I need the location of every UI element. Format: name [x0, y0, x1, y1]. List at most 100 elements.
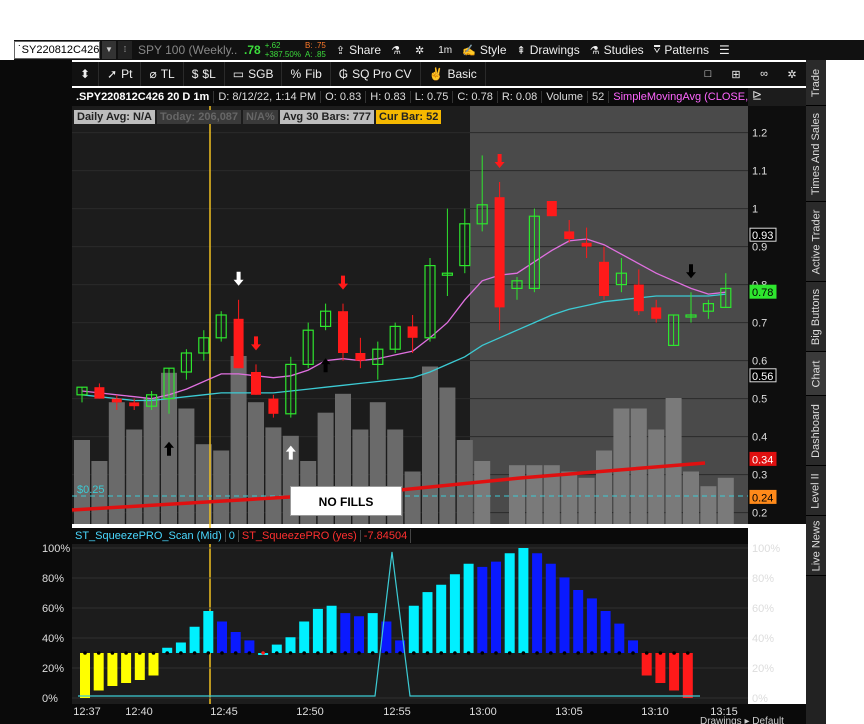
study-y-tick-right: 0% [752, 693, 768, 705]
squeeze-dot [165, 651, 169, 655]
na-pct-badge: N/A% [243, 110, 278, 124]
squeeze-dot [343, 651, 348, 655]
histogram-bar [682, 653, 693, 698]
bottom-right-controls[interactable]: Drawings ▸ Default [700, 716, 784, 724]
bar-close: C: 0.78 [452, 91, 496, 103]
y-tick-label: 0.7 [752, 318, 767, 330]
side-tab-level-ii[interactable]: Level II [806, 466, 826, 516]
squeeze-dot [138, 651, 142, 655]
price-label-text: 0.24 [752, 492, 773, 504]
study-y-tick-right: 60% [752, 603, 774, 615]
histogram-bar [285, 637, 296, 653]
candle-body [546, 201, 557, 217]
volume-bar [248, 402, 264, 524]
squeeze-dot [549, 651, 553, 655]
volume-bar [596, 450, 612, 524]
squeeze-dot [179, 651, 183, 655]
squeeze-dot [83, 651, 87, 655]
side-tab-label: Dashboard [810, 403, 823, 458]
histogram-bar [600, 611, 611, 653]
collapse-icon[interactable]: ⊵ [752, 88, 762, 102]
squeeze-dot [672, 651, 676, 655]
squeeze-dot [658, 651, 663, 655]
bar-date: D: 8/12/22, 1:14 PM [213, 91, 320, 103]
price-label-text: 0.93 [752, 230, 773, 242]
sma-study-label[interactable]: SimpleMovingAvg (CLOSE, 8,... [608, 91, 748, 103]
study-value: 0 [224, 530, 238, 542]
histogram-bar [586, 598, 597, 653]
study-y-tick-right: 100% [752, 543, 780, 555]
chart-symbol: .SPY220812C426 20 D 1m [76, 91, 210, 103]
squeeze-dot [220, 651, 224, 655]
histogram-bar [203, 611, 214, 653]
histogram-bar [436, 584, 447, 653]
today-badge: Today: 206,087 [156, 110, 242, 124]
squeeze-dot [425, 651, 430, 655]
study-y-tick-left: 60% [42, 603, 64, 615]
signal-arrow-down [233, 271, 244, 286]
study-name-2[interactable]: ST_SqueezePRO (yes) [237, 530, 360, 542]
histogram-bar [463, 563, 474, 653]
squeeze-dot [329, 651, 334, 655]
squeeze-dot [480, 651, 485, 655]
squeeze-dot [192, 651, 197, 655]
side-tab-big-buttons[interactable]: Big Buttons [806, 282, 826, 352]
squeeze-dot [288, 651, 293, 655]
squeeze-dot [233, 651, 238, 655]
squeeze-dot [603, 651, 608, 655]
side-tab-label: Chart [810, 360, 822, 387]
y-tick-label: 0.2 [752, 508, 767, 520]
signal-arrow-down [338, 275, 348, 290]
candle-body [599, 261, 609, 296]
histogram-bar [641, 653, 652, 676]
study-y-tick-left: 0% [42, 693, 58, 705]
histogram-bar [669, 653, 680, 691]
candle-body [251, 372, 261, 395]
volume-bar [509, 465, 525, 524]
volume-bar [265, 427, 282, 524]
squeeze-dot [124, 651, 128, 655]
squeeze-dot [275, 651, 279, 655]
side-tab-label: Big Buttons [810, 288, 823, 345]
avg30-badge: Avg 30 Bars: 777 [279, 110, 375, 124]
study-y-tick-right: 20% [752, 663, 774, 675]
side-tab-trade[interactable]: Trade [806, 60, 826, 106]
side-tab-times-and-sales[interactable]: Times And Sales [806, 106, 826, 202]
histogram-bar [367, 613, 378, 653]
cur-bar-badge: Cur Bar: 52 [376, 110, 442, 124]
price-label-text: 0.56 [752, 371, 773, 383]
volume-bar [404, 471, 421, 524]
histogram-bar [354, 616, 364, 653]
volume-bar [439, 387, 456, 524]
y-tick-label: 0.4 [752, 432, 767, 444]
no-fills-box: NO FILLS [290, 486, 402, 516]
side-tabs: Trade Times And Sales Active Trader Big … [806, 60, 826, 724]
study-header-end [410, 529, 412, 543]
study-name[interactable]: ST_SqueezePRO_Scan (Mid) [72, 530, 225, 542]
squeeze-dot [617, 651, 622, 655]
y-tick-label: 0.9 [752, 242, 767, 254]
side-tab-live-news[interactable]: Live News [806, 516, 826, 576]
side-tab-chart[interactable]: Chart [806, 352, 826, 396]
price-line-label: $0.25 [77, 484, 105, 496]
x-tick-label: 12:55 [383, 706, 411, 718]
squeeze-dot [398, 651, 402, 655]
candle-body [111, 398, 122, 403]
candle-body [355, 353, 366, 361]
squeeze-dot [631, 651, 635, 655]
price-label-text: 0.78 [752, 287, 773, 299]
side-tab-active-trader[interactable]: Active Trader [806, 202, 826, 282]
histogram-bar [244, 640, 255, 653]
histogram-bar [230, 632, 241, 653]
x-tick-label: 13:10 [641, 706, 669, 718]
squeeze-dot [686, 651, 690, 655]
histogram-bar [491, 561, 501, 653]
histogram-bar [477, 566, 488, 653]
candle-body [651, 307, 662, 319]
side-tab-label: Level II [810, 472, 822, 509]
squeeze-dot [521, 651, 526, 655]
side-tab-dashboard[interactable]: Dashboard [806, 396, 826, 466]
volume-bar [178, 408, 195, 524]
squeeze-dot [439, 651, 444, 655]
volume-value: 52 [587, 91, 608, 103]
